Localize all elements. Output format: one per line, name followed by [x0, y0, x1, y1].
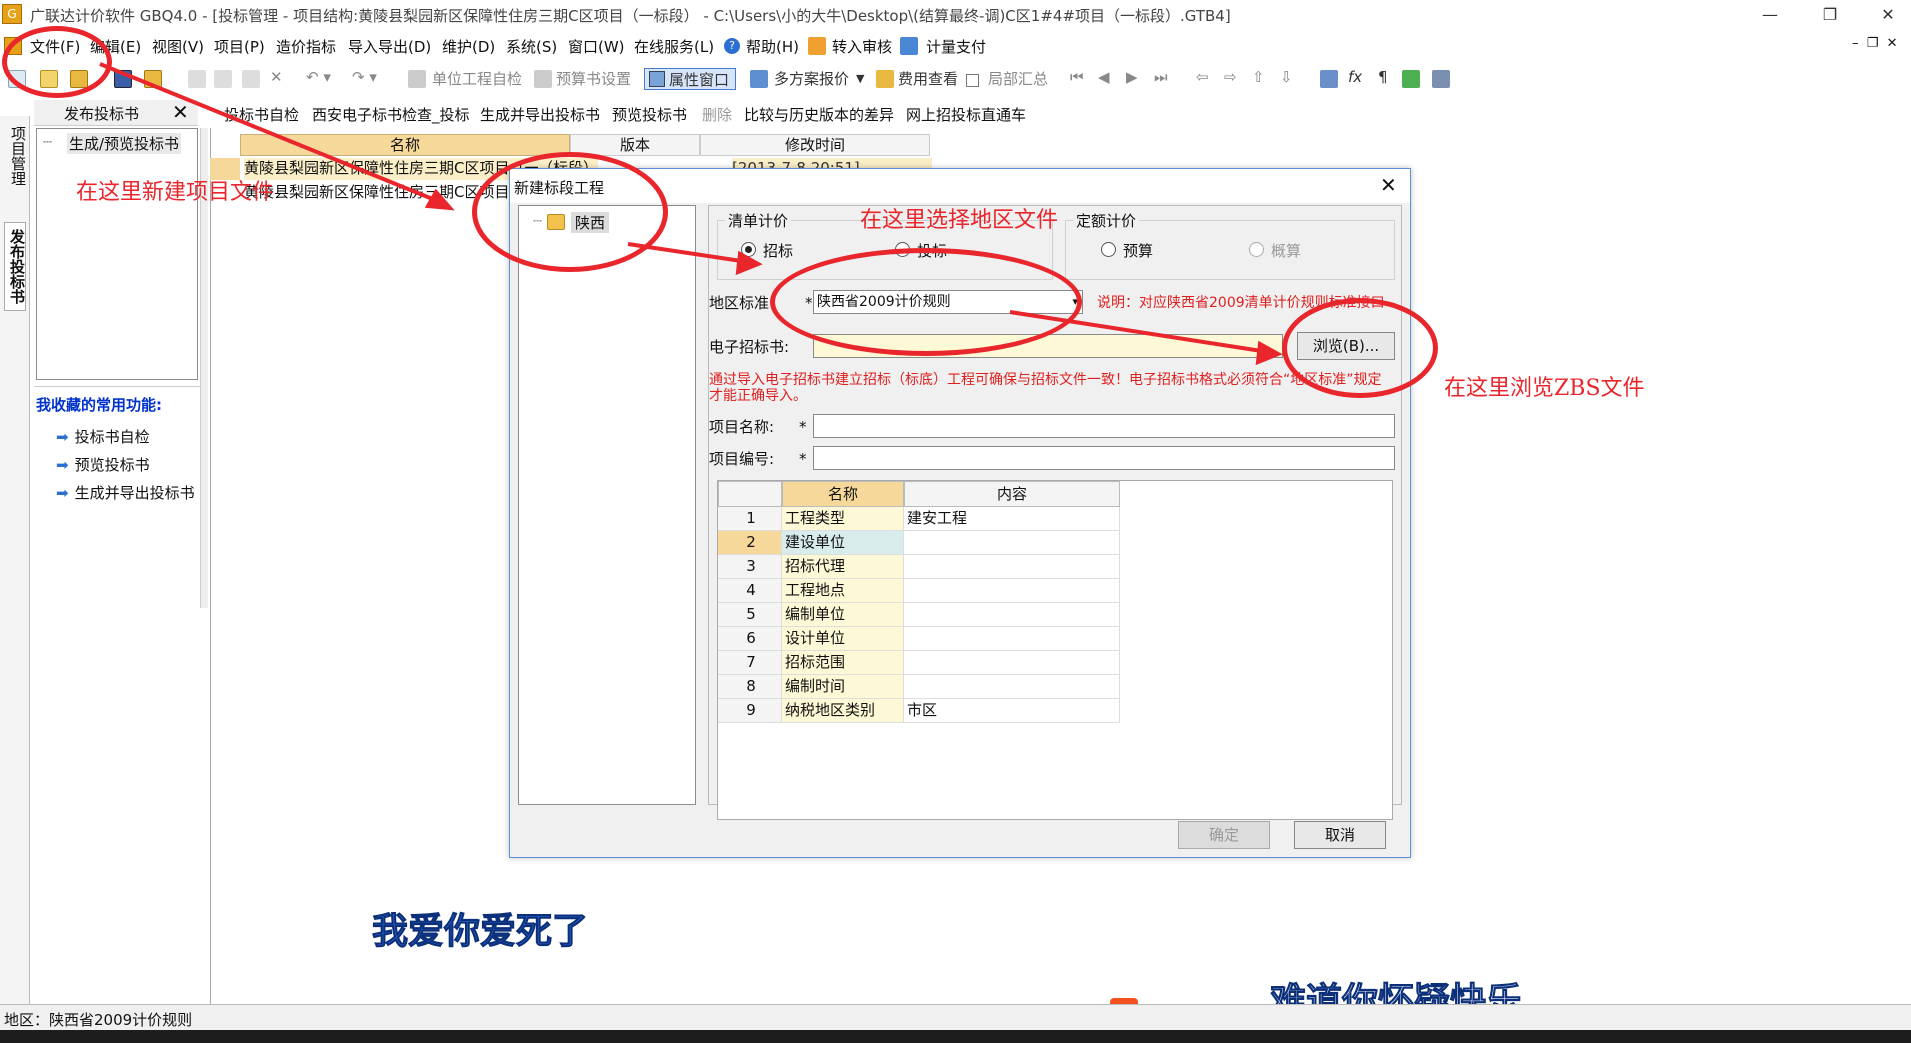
- annotation-arrows: [99, 62, 1283, 366]
- arrow-line: [627, 242, 749, 264]
- annotation-choose-region: 在这里选择地区文件: [860, 208, 1059, 233]
- annotation-browse-zbs: 在这里浏览ZBS文件: [1444, 376, 1645, 401]
- taskbar: [0, 1030, 1911, 1043]
- arrow-head: [1255, 340, 1283, 366]
- arrow-head: [735, 250, 763, 276]
- arrow-line: [1009, 310, 1269, 354]
- annotation-new-project: 在这里新建项目文件: [76, 180, 275, 205]
- arrow-head: [424, 188, 455, 211]
- status-region: 地区：陕西省2009计价规则: [4, 1011, 193, 1029]
- status-bar: 地区：陕西省2009计价规则: [0, 1004, 1911, 1030]
- subtitle-line-1: 我爱你爱死了: [371, 911, 589, 953]
